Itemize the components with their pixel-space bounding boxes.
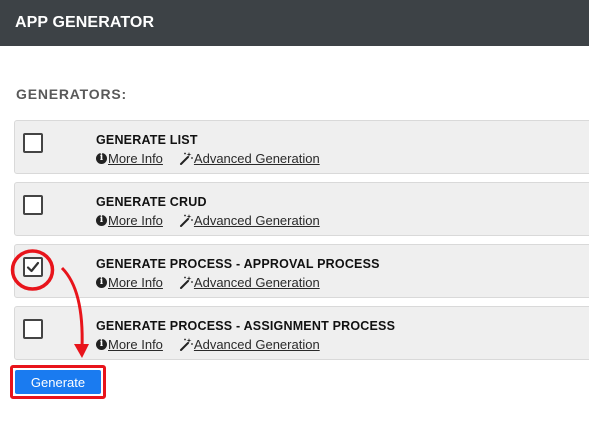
more-info-label: More Info <box>108 337 163 352</box>
app-title: APP GENERATOR <box>15 14 155 31</box>
advanced-generation-link[interactable]: Advanced Generation <box>179 337 320 352</box>
more-info-label: More Info <box>108 151 163 166</box>
generate-button[interactable]: Generate <box>15 370 101 394</box>
generator-checkbox-assignment-process[interactable] <box>23 319 43 339</box>
generator-title: GENERATE LIST <box>96 133 198 147</box>
advanced-generation-label: Advanced Generation <box>193 213 320 228</box>
generator-links: i More Info Advanced Generation <box>96 151 320 166</box>
info-icon: i <box>96 339 107 350</box>
generator-links: i More Info Advanced Generation <box>96 275 320 290</box>
magic-wand-icon <box>179 338 193 351</box>
generator-title: GENERATE CRUD <box>96 195 207 209</box>
generator-checkbox-crud[interactable] <box>23 195 43 215</box>
generator-links: i More Info Advanced Generation <box>96 213 320 228</box>
info-icon: i <box>96 277 107 288</box>
advanced-generation-link[interactable]: Advanced Generation <box>179 213 320 228</box>
generator-links: i More Info Advanced Generation <box>96 337 320 352</box>
more-info-link[interactable]: i More Info <box>96 275 163 290</box>
advanced-generation-label: Advanced Generation <box>193 275 320 290</box>
advanced-generation-label: Advanced Generation <box>193 337 320 352</box>
generator-checkbox-approval-process[interactable] <box>23 257 43 277</box>
app-header: APP GENERATOR <box>0 0 589 46</box>
info-icon: i <box>96 215 107 226</box>
generators-heading: GENERATORS: <box>16 86 127 102</box>
advanced-generation-link[interactable]: Advanced Generation <box>179 275 320 290</box>
more-info-label: More Info <box>108 213 163 228</box>
generator-row-crud: GENERATE CRUD i More Info Advanced Gener… <box>14 182 589 236</box>
info-icon: i <box>96 153 107 164</box>
magic-wand-icon <box>179 276 193 289</box>
more-info-label: More Info <box>108 275 163 290</box>
generator-checkbox-list[interactable] <box>23 133 43 153</box>
advanced-generation-link[interactable]: Advanced Generation <box>179 151 320 166</box>
magic-wand-icon <box>179 152 193 165</box>
generator-title: GENERATE PROCESS - ASSIGNMENT PROCESS <box>96 319 396 333</box>
generator-row-list: GENERATE LIST i More Info Advanced Gener… <box>14 120 589 174</box>
advanced-generation-label: Advanced Generation <box>193 151 320 166</box>
generator-title: GENERATE PROCESS - APPROVAL PROCESS <box>96 257 380 271</box>
check-icon <box>26 261 40 273</box>
more-info-link[interactable]: i More Info <box>96 213 163 228</box>
more-info-link[interactable]: i More Info <box>96 337 163 352</box>
generator-row-approval-process: GENERATE PROCESS - APPROVAL PROCESS i Mo… <box>14 244 589 298</box>
magic-wand-icon <box>179 214 193 227</box>
generator-row-assignment-process: GENERATE PROCESS - ASSIGNMENT PROCESS i … <box>14 306 589 360</box>
more-info-link[interactable]: i More Info <box>96 151 163 166</box>
